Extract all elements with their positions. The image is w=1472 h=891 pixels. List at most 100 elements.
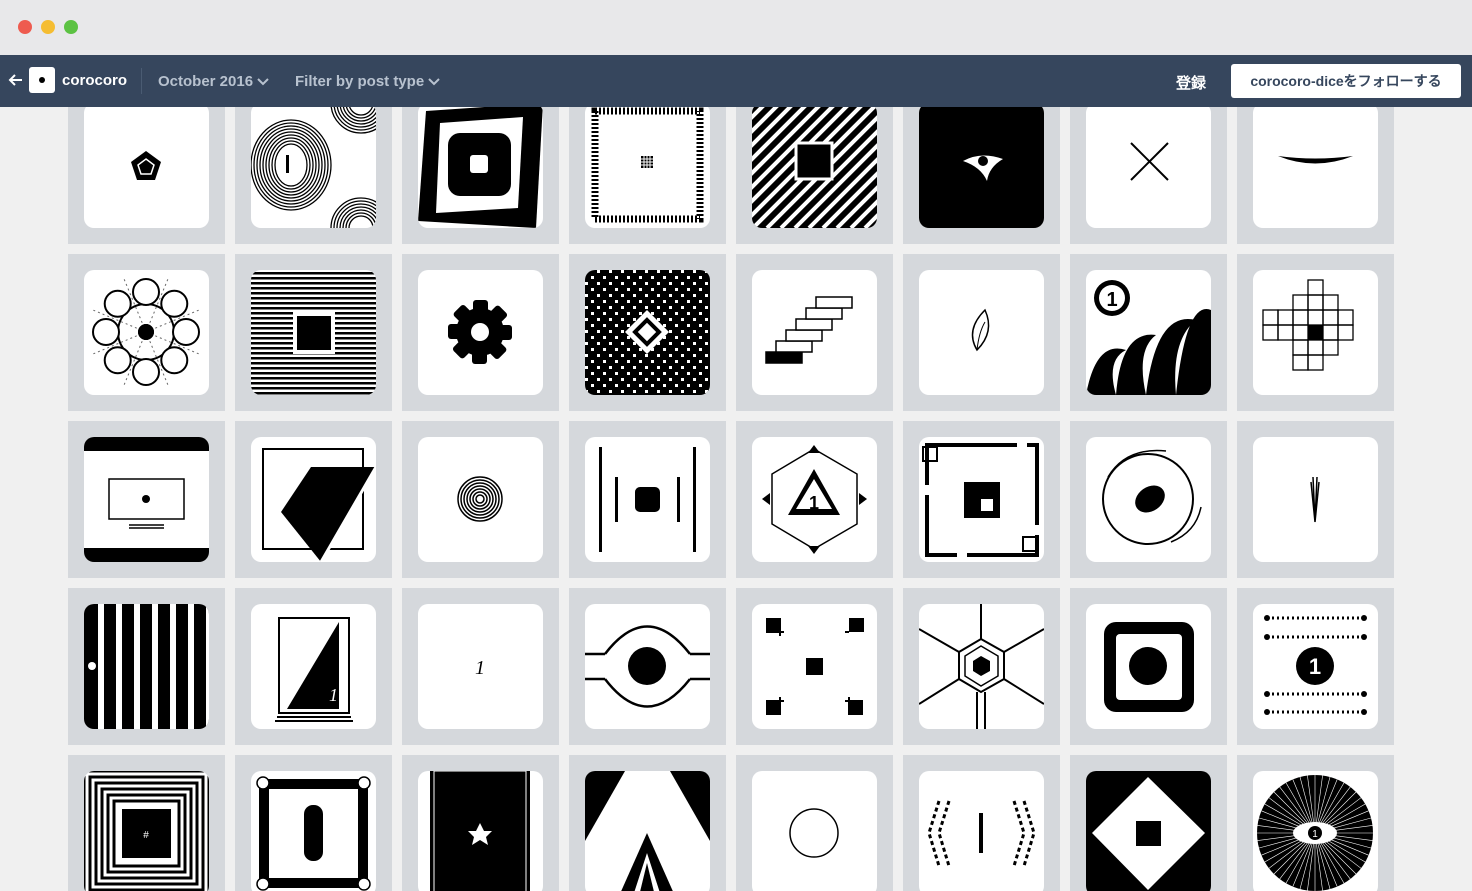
svg-text:#: # xyxy=(143,830,149,841)
eye-black-icon xyxy=(919,107,1044,228)
post-tile[interactable] xyxy=(903,107,1060,244)
minimize-window-button[interactable] xyxy=(41,20,55,34)
svg-text:1: 1 xyxy=(1106,289,1117,311)
post-tile[interactable] xyxy=(903,421,1060,578)
post-image xyxy=(919,771,1044,891)
post-image xyxy=(1086,604,1211,729)
post-image xyxy=(752,107,877,228)
post-tile[interactable] xyxy=(569,421,726,578)
close-window-button[interactable] xyxy=(18,20,32,34)
post-tile[interactable] xyxy=(235,421,392,578)
post-tile[interactable] xyxy=(903,254,1060,411)
pentagon-icon xyxy=(131,151,161,180)
diamond-square-icon xyxy=(1086,771,1211,891)
diagonal-stripes-icon xyxy=(752,107,877,228)
svg-text:1: 1 xyxy=(809,493,819,513)
svg-text:1: 1 xyxy=(329,685,338,705)
post-tile[interactable] xyxy=(1070,421,1227,578)
square-frame-icon xyxy=(922,443,1039,557)
post-tile[interactable] xyxy=(569,755,726,891)
arrow-left-icon[interactable] xyxy=(8,72,24,88)
post-tile[interactable]: # xyxy=(68,755,225,891)
post-image xyxy=(84,107,209,228)
post-image xyxy=(585,604,710,729)
zigzag-diamond-icon xyxy=(927,800,1036,867)
post-tile[interactable] xyxy=(68,421,225,578)
post-tile[interactable] xyxy=(903,755,1060,891)
stairs-icon xyxy=(765,296,853,364)
filter-menu[interactable]: Filter by post type xyxy=(295,73,440,90)
post-tile[interactable] xyxy=(736,254,893,411)
post-tile[interactable] xyxy=(569,107,726,244)
post-tile[interactable] xyxy=(569,588,726,745)
post-tile[interactable] xyxy=(903,588,1060,745)
post-tile[interactable] xyxy=(402,755,559,891)
horizontal-lines-square-icon xyxy=(251,272,376,395)
post-tile[interactable] xyxy=(736,588,893,745)
post-image xyxy=(1086,107,1211,228)
post-image xyxy=(752,771,877,891)
post-tile[interactable] xyxy=(402,107,559,244)
post-tile[interactable] xyxy=(736,107,893,244)
register-link[interactable]: 登録 xyxy=(1176,72,1206,93)
post-tile[interactable]: 1 xyxy=(1237,755,1394,891)
post-tile[interactable] xyxy=(1237,107,1394,244)
triangle-card-icon: 1 xyxy=(275,617,353,722)
follow-button[interactable]: corocoro-diceをフォローする xyxy=(1231,64,1461,98)
post-tile[interactable] xyxy=(68,107,225,244)
post-image xyxy=(585,107,710,228)
post-tile[interactable] xyxy=(569,254,726,411)
post-image xyxy=(84,437,209,562)
post-tile[interactable] xyxy=(1237,421,1394,578)
post-tile[interactable] xyxy=(68,254,225,411)
zoom-window-button[interactable] xyxy=(64,20,78,34)
posts-viewport: 1 1 1 1 1 #1 xyxy=(0,107,1472,891)
blog-topbar: corocoro October 2016 Filter by post typ… xyxy=(0,55,1472,107)
post-image xyxy=(418,107,543,228)
post-tile[interactable] xyxy=(235,107,392,244)
radial-eye-icon: 1 xyxy=(1257,775,1373,891)
post-image xyxy=(418,437,543,562)
post-tile[interactable] xyxy=(402,254,559,411)
x-mark-icon xyxy=(1130,142,1169,181)
post-tile[interactable] xyxy=(1070,107,1227,244)
post-tile[interactable]: 1 xyxy=(1070,254,1227,411)
avatar[interactable] xyxy=(29,67,55,93)
post-image xyxy=(585,771,710,891)
brush-stroke-icon xyxy=(1310,476,1320,523)
waves-one-icon: 1 xyxy=(1086,280,1211,395)
post-tile[interactable] xyxy=(736,755,893,891)
post-image xyxy=(1253,107,1378,228)
post-image xyxy=(1086,771,1211,891)
blog-name[interactable]: corocoro xyxy=(62,72,127,89)
post-tile[interactable]: 1 xyxy=(235,588,392,745)
svg-text:1: 1 xyxy=(475,657,485,679)
post-tile[interactable]: 1 xyxy=(1237,588,1394,745)
post-image xyxy=(919,437,1044,562)
post-image xyxy=(919,604,1044,729)
tilted-square-icon xyxy=(418,107,543,228)
post-image xyxy=(1253,437,1378,562)
post-tile[interactable]: 1 xyxy=(402,588,559,745)
month-menu[interactable]: October 2016 xyxy=(158,73,269,90)
post-image: 1 xyxy=(1086,270,1211,395)
post-tile[interactable] xyxy=(1237,254,1394,411)
post-tile[interactable] xyxy=(1070,588,1227,745)
vertical-bars-icon xyxy=(599,447,696,552)
checker-diamond-icon xyxy=(585,270,710,395)
post-tile[interactable] xyxy=(1070,755,1227,891)
post-image xyxy=(418,270,543,395)
post-image xyxy=(84,270,209,395)
dot-pattern-icon: 1 xyxy=(468,654,492,679)
post-tile[interactable] xyxy=(402,421,559,578)
star-panel-icon xyxy=(430,771,530,891)
post-tile[interactable] xyxy=(235,254,392,411)
post-tile[interactable] xyxy=(68,588,225,745)
post-image xyxy=(251,771,376,891)
post-image xyxy=(585,270,710,395)
gear-icon xyxy=(448,300,512,364)
post-tile[interactable] xyxy=(235,755,392,891)
corner-marks-icon xyxy=(766,618,864,715)
post-tile[interactable]: 1 xyxy=(736,421,893,578)
flower-circles-icon xyxy=(90,276,202,388)
